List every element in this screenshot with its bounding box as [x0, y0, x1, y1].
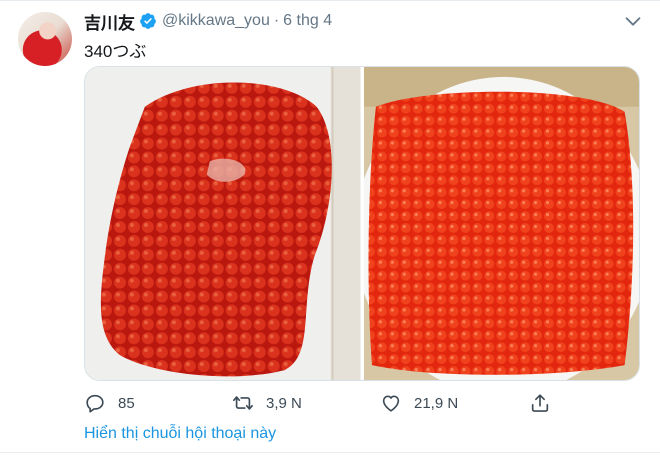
tweet-media: [84, 66, 640, 381]
like-icon: [382, 395, 400, 412]
roe-photo-left: [85, 67, 361, 380]
avatar[interactable]: [18, 12, 72, 66]
verified-badge-icon: [140, 13, 156, 29]
reply-count: 85: [118, 394, 135, 412]
share-button[interactable]: [529, 391, 551, 415]
tweet-date[interactable]: 6 thg 4: [283, 12, 332, 30]
reply-icon: [86, 394, 104, 413]
separator-dot: ·: [273, 12, 280, 29]
show-thread-link[interactable]: Hiển thị chuỗi hội thoại này: [84, 425, 276, 443]
author-handle[interactable]: @kikkawa_you: [162, 12, 270, 30]
reply-button[interactable]: 85: [84, 391, 135, 415]
tweet-header: 吉川友 @kikkawa_you · 6 thg 4: [84, 9, 332, 34]
photo-roe-on-round-plate[interactable]: [363, 67, 639, 380]
retweet-count: 3,9 N: [266, 394, 302, 412]
tweet-actions: 85 3,9 N 21,9 N: [84, 391, 554, 415]
retweet-icon: [233, 396, 253, 410]
roe-photo-right: [363, 67, 639, 380]
tweet-text: 340つぶ: [84, 42, 147, 61]
photo-roe-on-plate[interactable]: [85, 67, 361, 380]
like-button[interactable]: 21,9 N: [380, 391, 458, 415]
share-icon: [531, 394, 549, 412]
top-divider: [0, 0, 660, 1]
chevron-down-icon[interactable]: [622, 10, 644, 32]
bottom-divider: [0, 452, 660, 453]
retweet-button[interactable]: 3,9 N: [232, 391, 302, 415]
author-name[interactable]: 吉川友: [84, 9, 135, 34]
like-count: 21,9 N: [414, 394, 459, 412]
